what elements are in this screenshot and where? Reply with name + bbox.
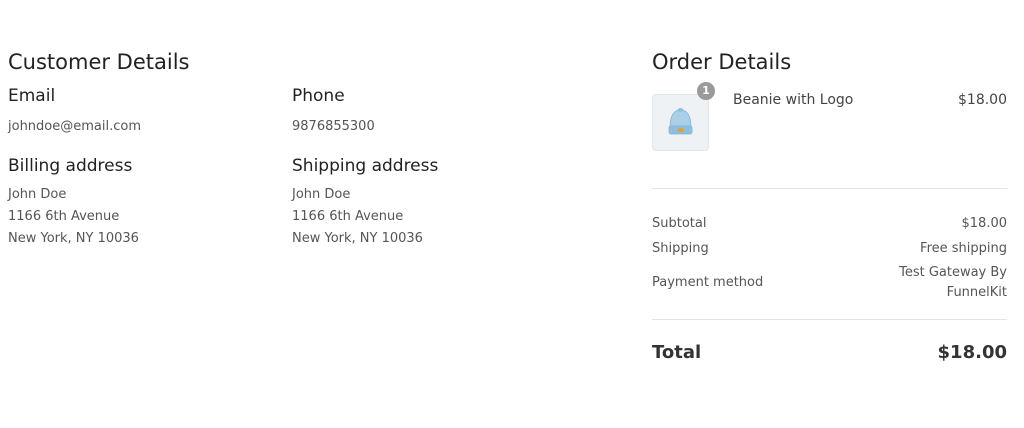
- order-item: 1 Beanie with Logo $18.00: [652, 82, 1007, 188]
- email-value: johndoe@email.com: [8, 119, 141, 134]
- order-details-title: Order Details: [652, 50, 792, 74]
- billing-street: 1166 6th Avenue: [8, 209, 120, 224]
- email-block: Email johndoe@email.com: [8, 84, 278, 154]
- shipping-value: Free shipping: [920, 241, 1007, 256]
- product-price: $18.00: [958, 92, 1007, 108]
- beanie-icon: [668, 108, 693, 135]
- product-thumbnail: [652, 94, 709, 151]
- payment-method-value: Test Gateway By FunnelKit: [899, 265, 1007, 300]
- total-label: Total: [652, 342, 702, 363]
- customer-details-title: Customer Details: [8, 50, 190, 74]
- customer-details: Customer Details Email johndoe@email.com…: [8, 48, 588, 246]
- shipping-address-label: Shipping address: [292, 156, 439, 176]
- phone-value: 9876855300: [292, 119, 375, 134]
- shipping-city: New York, NY 10036: [292, 231, 423, 246]
- billing-city: New York, NY 10036: [8, 231, 139, 246]
- shipping-row: Shipping Free shipping: [652, 236, 1007, 261]
- shipping-address: John Doe 1166 6th Avenue New York, NY 10…: [292, 184, 562, 250]
- phone-block: Phone 9876855300: [292, 84, 562, 154]
- payment-method-label: Payment method: [652, 275, 764, 290]
- subtotal-row: Subtotal $18.00: [652, 211, 1007, 236]
- email-label: Email: [8, 86, 56, 106]
- quantity-badge: 1: [697, 82, 715, 100]
- total-value: $18.00: [937, 342, 1007, 363]
- total-row: Total $18.00: [652, 320, 1007, 363]
- shipping-label: Shipping: [652, 241, 709, 256]
- billing-name: John Doe: [8, 187, 67, 202]
- subtotal-label: Subtotal: [652, 216, 707, 231]
- customer-right-column: Phone 9876855300 Shipping address John D…: [292, 84, 562, 250]
- billing-address: John Doe 1166 6th Avenue New York, NY 10…: [8, 184, 278, 250]
- customer-left-column: Email johndoe@email.com Billing address …: [8, 84, 278, 250]
- shipping-name: John Doe: [292, 187, 351, 202]
- order-totals: Subtotal $18.00 Shipping Free shipping P…: [652, 189, 1007, 303]
- subtotal-value: $18.00: [961, 216, 1008, 231]
- order-details: Order Details 1 Beanie with Logo $18.00 …: [652, 48, 1007, 363]
- billing-address-label: Billing address: [8, 156, 133, 176]
- payment-method-row: Payment method Test Gateway By FunnelKit: [652, 263, 1007, 303]
- phone-label: Phone: [292, 86, 345, 106]
- product-name: Beanie with Logo: [733, 92, 854, 108]
- shipping-address-block: Shipping address John Doe 1166 6th Avenu…: [292, 154, 562, 250]
- shipping-street: 1166 6th Avenue: [292, 209, 404, 224]
- billing-address-block: Billing address John Doe 1166 6th Avenue…: [8, 154, 278, 250]
